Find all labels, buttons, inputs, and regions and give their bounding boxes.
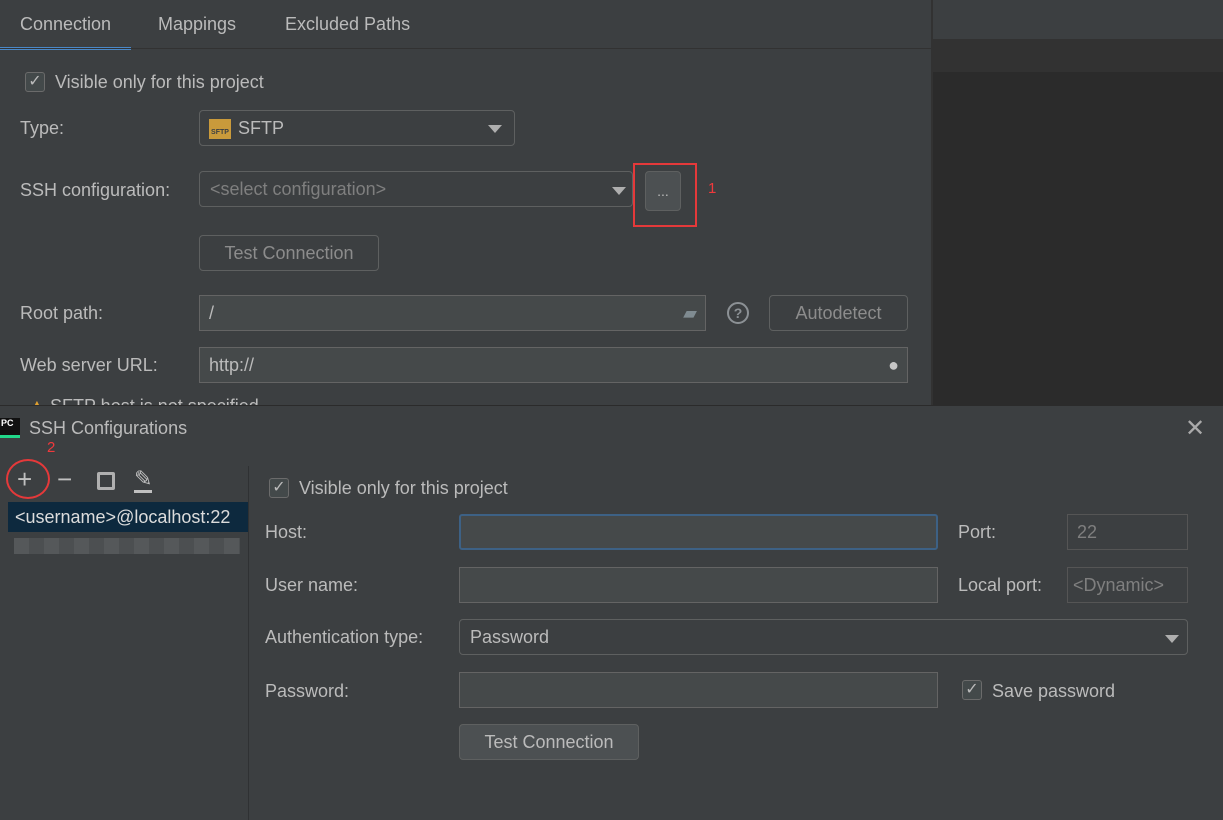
local-port-input[interactable]: <Dynamic> [1067, 567, 1188, 603]
edit-icon[interactable]: ✎ [134, 468, 153, 493]
web-url-input[interactable]: http:// ● [199, 347, 908, 383]
ssh-config-select[interactable]: <select configuration> [199, 171, 633, 207]
globe-icon: ● [888, 355, 899, 375]
password-label: Password: [265, 681, 350, 701]
test-connection-button[interactable]: Test Connection [199, 235, 379, 271]
local-port-label: Local port: [958, 575, 1043, 595]
username-input[interactable] [459, 567, 938, 603]
tab-mappings[interactable]: Mappings [138, 0, 256, 50]
browse-ssh-button[interactable]: ... [645, 171, 681, 211]
port-label: Port: [958, 522, 997, 542]
visible-only-label: Visible only for this project [55, 72, 264, 92]
chevron-down-icon [1165, 635, 1179, 643]
tab-divider [0, 48, 931, 49]
auth-type-value: Password [470, 627, 550, 647]
autodetect-button[interactable]: Autodetect [769, 295, 908, 331]
save-password-label: Save password [992, 681, 1116, 701]
editor-tabs [933, 39, 1223, 72]
help-icon[interactable]: ? [727, 302, 749, 324]
host-input[interactable] [459, 514, 938, 550]
ssh-config-label: SSH configuration: [20, 180, 171, 200]
add-icon[interactable]: + [17, 464, 32, 495]
remove-icon[interactable]: − [57, 464, 72, 495]
web-url-value: http:// [209, 355, 255, 375]
chevron-down-icon [612, 187, 626, 195]
close-icon[interactable]: ✕ [1185, 414, 1205, 443]
host-label: Host: [265, 522, 308, 542]
port-input[interactable]: 22 [1067, 514, 1188, 550]
sftp-icon: SFTP [209, 119, 231, 139]
dialog-test-connection-button[interactable]: Test Connection [459, 724, 639, 760]
folder-icon[interactable]: ▰ [683, 296, 697, 330]
tab-excluded-paths[interactable]: Excluded Paths [265, 0, 430, 50]
ssh-configurations-dialog: PC SSH Configurations ✕ 2 + − ✎ <usernam… [0, 405, 1223, 820]
tab-connection[interactable]: Connection [0, 0, 132, 50]
root-path-label: Root path: [20, 303, 104, 323]
username-label: User name: [265, 575, 359, 595]
editor-header [933, 0, 1223, 39]
pycharm-logo-icon: PC [0, 418, 20, 438]
list-item-blurred[interactable] [14, 538, 240, 554]
chevron-down-icon [488, 125, 502, 133]
annotation-number: 1 [708, 180, 717, 197]
root-path-value: / [209, 303, 215, 323]
divider [931, 0, 933, 405]
dialog-title: SSH Configurations [29, 418, 188, 438]
visible-only-checkbox[interactable]: ✓ [25, 72, 45, 92]
type-label: Type: [20, 118, 65, 138]
dialog-visible-only-label: Visible only for this project [299, 478, 508, 498]
copy-icon[interactable] [97, 472, 115, 490]
web-url-label: Web server URL: [20, 355, 158, 375]
save-password-checkbox[interactable]: ✓ [962, 680, 982, 700]
dialog-visible-only-checkbox[interactable]: ✓ [269, 478, 289, 498]
password-input[interactable] [459, 672, 938, 708]
list-item-selected[interactable]: <username>@localhost:22 [8, 502, 248, 532]
root-path-input[interactable]: / ▰ [199, 295, 706, 331]
type-select[interactable]: SFTP SFTP [199, 110, 515, 146]
auth-type-select[interactable]: Password [459, 619, 1188, 655]
ssh-config-placeholder: <select configuration> [210, 179, 387, 199]
auth-type-label: Authentication type: [265, 627, 424, 647]
editor-area [933, 72, 1223, 405]
panel-divider [248, 466, 249, 820]
annotation-number: 2 [47, 439, 56, 456]
type-value: SFTP [238, 118, 285, 138]
